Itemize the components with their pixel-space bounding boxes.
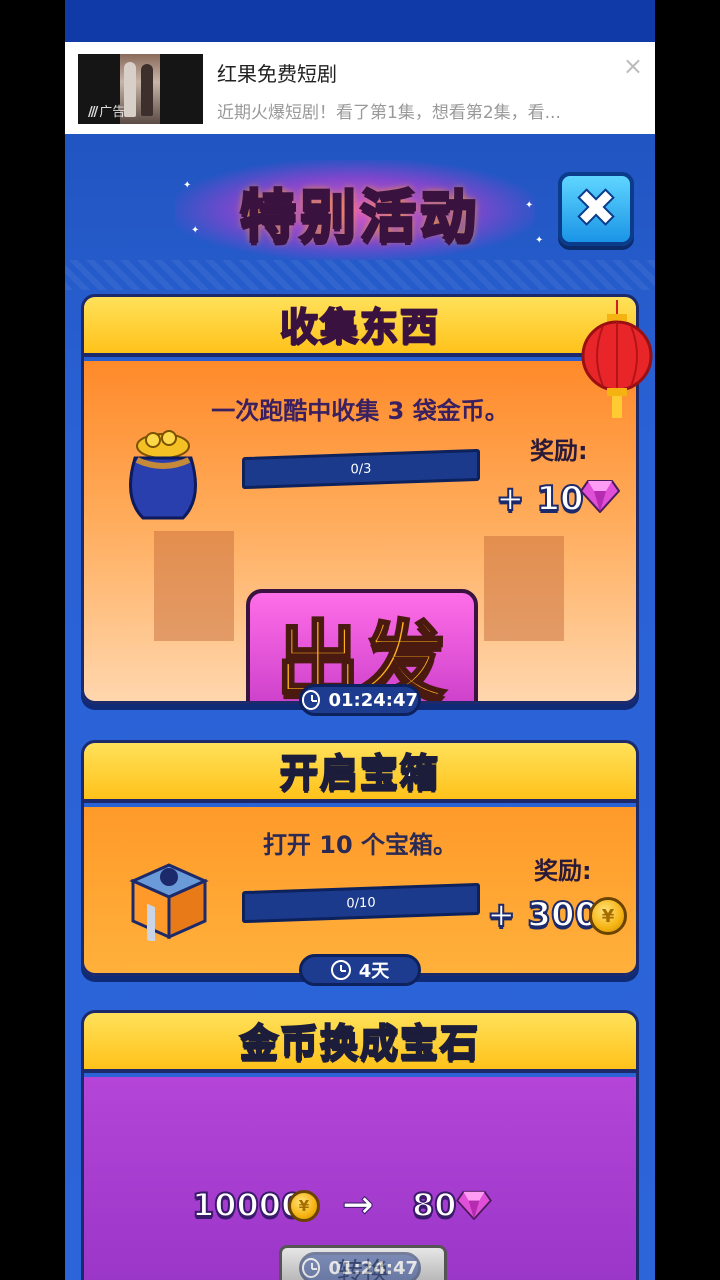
timer-text: 4天: [358, 961, 390, 982]
clock-icon: [330, 960, 351, 980]
clock-icon: [302, 1258, 321, 1278]
card-body: 10000 ¥ → 80 转换: [84, 1077, 636, 1280]
event-timer: 01:24:47: [299, 1252, 421, 1280]
chest-icon: [129, 863, 209, 941]
coin-icon: ¥: [589, 897, 627, 935]
card-title: 收集东西: [279, 304, 440, 350]
progress-text: 0/10: [346, 895, 376, 912]
timer-text: 01:24:47: [328, 1257, 418, 1279]
ad-title[interactable]: 红果免费短剧: [217, 58, 337, 87]
event-timer: 01:24:47: [299, 684, 421, 716]
coin-icon: ¥: [288, 1190, 320, 1222]
game-screen: ///广告 红果免费短剧 近期火爆短剧！看了第1集，想看第2集，看... × ✦…: [65, 0, 655, 1280]
ad-description[interactable]: 近期火爆短剧！看了第1集，想看第2集，看...: [217, 98, 617, 123]
ad-logo-icon: ///: [88, 105, 98, 120]
ad-thumbnail[interactable]: ///广告: [78, 54, 203, 124]
card-header: 收集东西: [84, 297, 636, 357]
card-title: 开启宝箱: [279, 750, 440, 796]
lantern-icon: [581, 300, 653, 418]
card-header: 金币换成宝石: [84, 1013, 636, 1073]
ad-figure: [141, 64, 153, 116]
pagoda-decoration: [484, 536, 564, 641]
arrow-icon: →: [342, 1182, 375, 1227]
gem-icon: [580, 480, 620, 513]
clock-icon: [302, 690, 321, 710]
ad-label: ///广告: [88, 101, 125, 120]
gem-amount: 80: [411, 1185, 458, 1225]
progress-bar: 0/10: [242, 882, 480, 924]
coin-amount: 10000: [191, 1185, 304, 1225]
progress-bar: 0/3: [242, 448, 480, 490]
event-timer: 4天: [299, 954, 421, 986]
ad-close-icon[interactable]: ×: [623, 52, 643, 80]
sparkle-icon: ✦: [535, 235, 544, 246]
ad-tag-text: 广告: [99, 105, 126, 120]
event-card-exchange: 金币换成宝石 10000 ¥ → 80 转换: [81, 1010, 639, 1280]
card-body: 一次跑酷中收集 3 袋金币。 0/3 奖励: + 10 出发: [84, 361, 636, 701]
timer-text: 01:24:47: [328, 689, 418, 711]
exchange-rate: 10000 ¥ → 80: [84, 1182, 636, 1230]
ad-figure: [124, 62, 136, 117]
ad-banner[interactable]: ///广告 红果免费短剧 近期火爆短剧！看了第1集，想看第2集，看... ×: [65, 42, 655, 134]
background-pattern: [65, 260, 655, 290]
close-icon: ✖: [573, 179, 619, 239]
coin-bag-icon: [129, 430, 197, 520]
sparkle-icon: ✦: [183, 180, 192, 191]
page-title: 特别活动: [239, 184, 480, 252]
status-bar: [65, 0, 655, 42]
sparkle-icon: ✦: [525, 200, 534, 211]
pagoda-decoration: [154, 531, 234, 641]
progress-text: 0/3: [350, 461, 372, 478]
card-title: 金币换成宝石: [239, 1020, 480, 1066]
reward-value: + 300: [486, 894, 599, 936]
reward-label: 奖励:: [530, 437, 588, 465]
sparkle-icon: ✦: [191, 225, 200, 236]
close-button[interactable]: ✖: [558, 172, 634, 246]
reward-value: + 10: [495, 478, 585, 520]
card-header: 开启宝箱: [84, 743, 636, 803]
gem-icon: [456, 1190, 492, 1220]
reward-label: 奖励:: [534, 857, 592, 885]
